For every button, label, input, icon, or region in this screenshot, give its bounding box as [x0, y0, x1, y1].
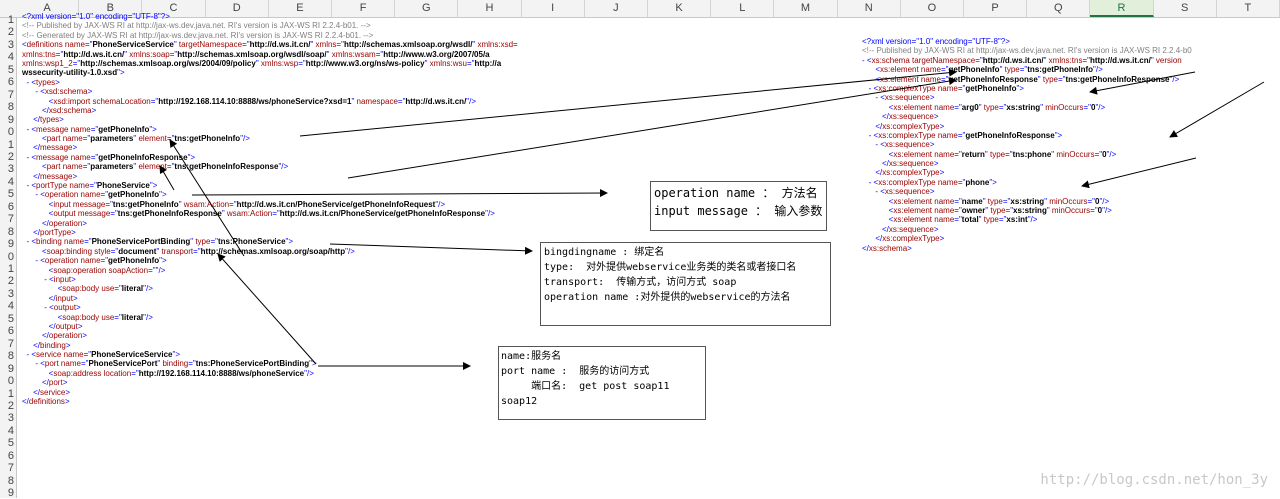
arrow-line — [191, 189, 608, 198]
arrow-line — [329, 243, 533, 255]
arrow-line — [347, 77, 957, 179]
arrow-line — [217, 253, 317, 365]
arrow-line — [1089, 71, 1196, 95]
arrow-line — [299, 68, 957, 137]
arrow-line — [159, 165, 175, 191]
arrow-line — [1081, 157, 1197, 189]
arrow-line — [1169, 81, 1265, 138]
annotation-arrows — [159, 68, 1265, 370]
arrow-line — [169, 139, 245, 257]
